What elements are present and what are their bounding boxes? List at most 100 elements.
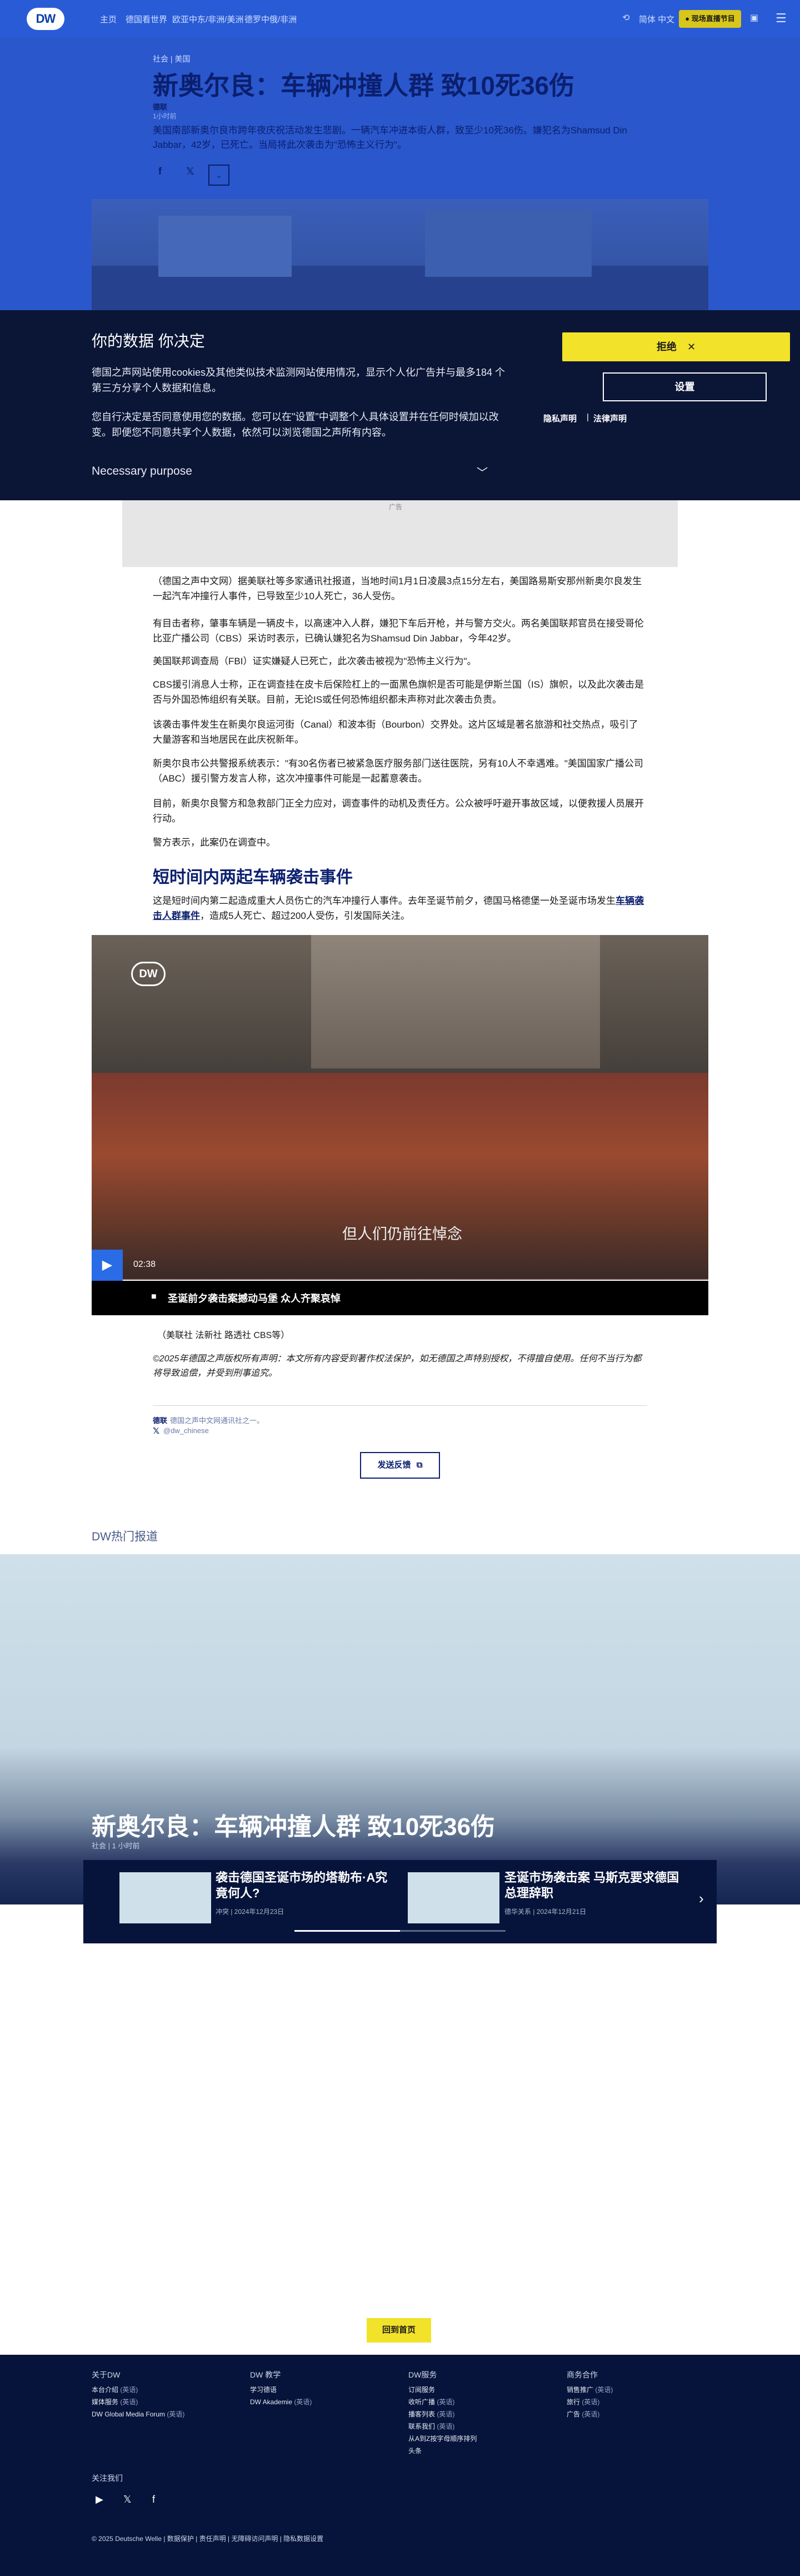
divider xyxy=(153,1405,647,1406)
article-paragraph: 这是短时间内第二起造成重大人员伤亡的汽车冲撞行人事件。去年圣诞节前夕，德国马格德… xyxy=(153,893,647,923)
footer-link[interactable]: 播客列表 (英语) xyxy=(408,2409,454,2419)
video-subtitle: 但人们仍前往悼念 xyxy=(342,1226,462,1242)
reject-label: 拒绝 xyxy=(656,341,677,352)
hot-story-image[interactable] xyxy=(0,1554,800,1904)
article-lead: 美国南部新奥尔良市跨年夜庆祝活动发生悲剧。一辆汽车冲进本街人群，致至少10死36… xyxy=(153,125,627,150)
nav-world[interactable]: 欧亚中东/非洲/美洲 xyxy=(172,13,243,25)
privacy-link[interactable]: 隐私声明 xyxy=(543,412,577,424)
reject-button[interactable]: 拒绝 ✕ xyxy=(562,332,790,361)
video-camera-icon: ■ xyxy=(151,1292,157,1301)
language-selector[interactable]: 简体 中文 xyxy=(639,13,674,25)
x-icon[interactable]: 𝕏 xyxy=(153,1426,159,1436)
copyright-notice: ©2025年德国之声版权所有声明：本文所有内容受到著作权法保护，如无德国之声特别… xyxy=(153,1354,642,1378)
footer-link-label: 旅行 xyxy=(567,2398,581,2406)
byline-author[interactable]: 德联 xyxy=(153,101,167,112)
nav-germany[interactable]: 德国看世界 xyxy=(126,13,167,25)
source-name[interactable]: 德联 xyxy=(153,1415,167,1425)
feedback-label: 发送反馈 xyxy=(377,1460,411,1470)
article-paragraph: 该袭击事件发生在新奥尔良运河街（Canal）和波本街（Bourbon）交界处。这… xyxy=(153,719,638,745)
footer-link-label: 销售推广 xyxy=(567,2386,594,2394)
video-frame-background xyxy=(311,935,600,1068)
footer-link[interactable]: 广告 (英语) xyxy=(567,2409,599,2419)
page-title: 新奥尔良：车辆冲撞人群 致10死36伤 xyxy=(153,71,575,100)
x-share-icon[interactable]: 𝕏 xyxy=(186,166,194,177)
x-icon[interactable]: 𝕏 xyxy=(123,2494,132,2505)
nav-home[interactable]: 主页 xyxy=(100,13,117,25)
necessary-purpose-toggle[interactable]: Necessary purpose xyxy=(92,465,192,478)
chevron-right-icon[interactable]: › xyxy=(699,1890,704,1907)
footer-column-head: DW 教学 xyxy=(250,2370,281,2379)
footer-link[interactable]: 从A到Z按字母顺序排列 xyxy=(408,2434,477,2443)
credit-line: （美联社 法新社 路透社 CBS等） xyxy=(157,1331,290,1340)
settings-button[interactable]: 设置 xyxy=(603,372,767,401)
separator: | xyxy=(587,412,589,422)
footer-link-label: 订阅服务 xyxy=(408,2386,436,2394)
x-handle-link[interactable]: @dw_chinese xyxy=(163,1426,209,1435)
footer-link-lang: (英语) xyxy=(595,2386,613,2394)
footer-link-label: 从A到Z按字母顺序排列 xyxy=(408,2435,477,2443)
ad-label: 广告 xyxy=(389,503,403,511)
carousel-scrollbar-thumb[interactable] xyxy=(294,1930,400,1932)
footer-link-label: 本台介绍 xyxy=(92,2386,119,2394)
carousel-card-image[interactable] xyxy=(408,1872,499,1923)
video-frame-flowers xyxy=(92,1073,708,1279)
copy-icon: ⧉ xyxy=(416,1460,423,1470)
footer-link[interactable]: 媒体服务 (英语) xyxy=(92,2397,138,2406)
carousel-card-title[interactable]: 袭击德国圣诞市场的塔勒布·A究竟何人? xyxy=(216,1870,393,1901)
footer-link[interactable]: DW Global Media Forum (英语) xyxy=(92,2409,184,2419)
footer-link[interactable]: 销售推广 (英语) xyxy=(567,2385,613,2394)
footer-link-label: DW Global Media Forum xyxy=(92,2410,166,2418)
footer-link-lang: (英语) xyxy=(582,2410,600,2418)
youtube-icon[interactable]: ▶ xyxy=(96,2494,103,2505)
footer-link[interactable]: 头条 xyxy=(408,2446,422,2455)
article-paragraph: 有目击者称，肇事车辆是一辆皮卡，以高速冲入人群，嫌犯下车后开枪，并与警方交火。两… xyxy=(153,618,644,644)
footer-link-label: DW Akademie xyxy=(250,2398,293,2406)
user-icon[interactable]: ▣ xyxy=(750,12,758,23)
nav-region[interactable]: 德罗中俄/非洲 xyxy=(244,13,297,25)
play-icon[interactable]: ▶ xyxy=(92,1250,123,1281)
footer-legal-links[interactable]: © 2025 Deutsche Welle | 数据保护 | 责任声明 | 无障… xyxy=(92,2534,323,2543)
footer-link[interactable]: 学习德语 xyxy=(250,2385,277,2394)
breadcrumb[interactable]: 社会 | 美国 xyxy=(153,53,190,64)
footer-link-label: 播客列表 xyxy=(408,2410,436,2418)
footer-link-lang: (英语) xyxy=(294,2398,312,2406)
hot-story-headline[interactable]: 新奥尔良：车辆冲撞人群 致10死36伤 xyxy=(92,1807,495,1842)
source-description: 德国之声中文网通讯社之一。 xyxy=(170,1416,264,1425)
live-tv-button[interactable]: ● 现场直播节目 xyxy=(679,10,741,28)
dw-logo[interactable]: DW xyxy=(27,8,64,30)
follow-us-label: 关注我们 xyxy=(92,2474,123,2483)
facebook-share-icon[interactable]: f xyxy=(158,166,162,177)
footer-link-label: 联系我们 xyxy=(408,2423,436,2430)
footer-link-label: 学习德语 xyxy=(250,2386,277,2394)
carousel-card-meta: 德华关系 | 2024年12月21日 xyxy=(504,1908,587,1916)
footer-link-lang: (英语) xyxy=(437,2410,455,2418)
menu-icon[interactable]: ☰ xyxy=(776,11,787,26)
article-paragraph: CBS援引消息人士称，正在调查挂在皮卡后保险杠上的一面黑色旗帜是否可能是伊斯兰国… xyxy=(153,679,644,705)
chevron-down-icon[interactable]: ﹀ xyxy=(477,464,488,480)
facebook-icon[interactable]: f xyxy=(152,2494,155,2505)
footer-link[interactable]: 本台介绍 (英语) xyxy=(92,2385,138,2394)
footer-link-lang: (英语) xyxy=(437,2398,455,2406)
hot-story-meta: 社会 | 1 小时前 xyxy=(92,1842,140,1850)
footer-link[interactable]: DW Akademie (英语) xyxy=(250,2397,312,2406)
footer-link-label: 广告 xyxy=(567,2410,581,2418)
chevron-down-icon[interactable]: ⌄ xyxy=(208,165,229,186)
article-paragraph: 目前，新奥尔良警方和急救部门正全力应对，调查事件的动机及责任方。公众被呼吁避开事… xyxy=(153,798,644,824)
video-duration: 02:38 xyxy=(133,1260,156,1269)
close-icon: ✕ xyxy=(687,341,696,352)
carousel-card-title[interactable]: 圣诞市场袭击案 马斯克要求德国总理辞职 xyxy=(504,1870,682,1901)
send-feedback-button[interactable]: 发送反馈 ⧉ xyxy=(360,1452,440,1479)
legal-link[interactable]: 法律声明 xyxy=(593,412,627,424)
footer-link-lang: (英语) xyxy=(120,2386,138,2394)
footer-link[interactable]: 收听广播 (英语) xyxy=(408,2397,454,2406)
article-paragraph: 警方表示，此案仍在调查中。 xyxy=(153,837,276,848)
footer-link-lang: (英语) xyxy=(120,2398,138,2406)
footer-link[interactable]: 旅行 (英语) xyxy=(567,2397,599,2406)
back-to-top-button[interactable]: 回到首页 xyxy=(367,2318,431,2343)
footer-link-lang: (英语) xyxy=(437,2423,455,2430)
footer-link[interactable]: 订阅服务 xyxy=(408,2385,435,2394)
video-caption: 圣诞前夕袭击案撼动马堡 众人齐聚哀悼 xyxy=(168,1293,341,1304)
search-icon[interactable]: ⟲ xyxy=(622,12,629,23)
footer-link[interactable]: 联系我们 (英语) xyxy=(408,2421,454,2431)
carousel-card-image[interactable] xyxy=(119,1872,211,1923)
